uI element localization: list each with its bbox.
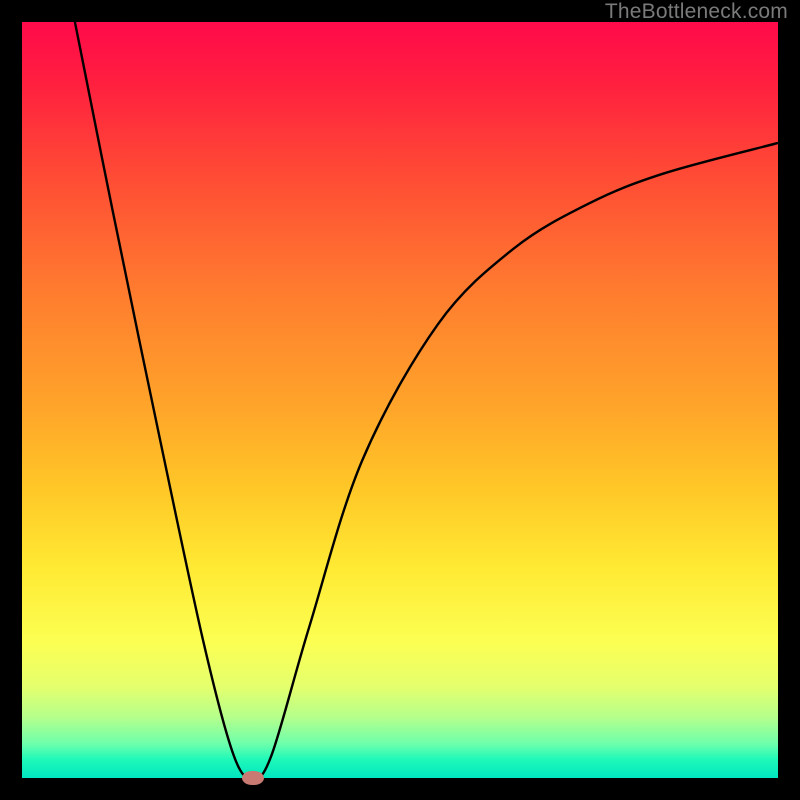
plot-area [22, 22, 778, 778]
watermark-text: TheBottleneck.com [605, 0, 788, 24]
chart-frame: TheBottleneck.com [0, 0, 800, 800]
optimal-marker [242, 771, 264, 785]
bottleneck-curve [22, 22, 778, 778]
